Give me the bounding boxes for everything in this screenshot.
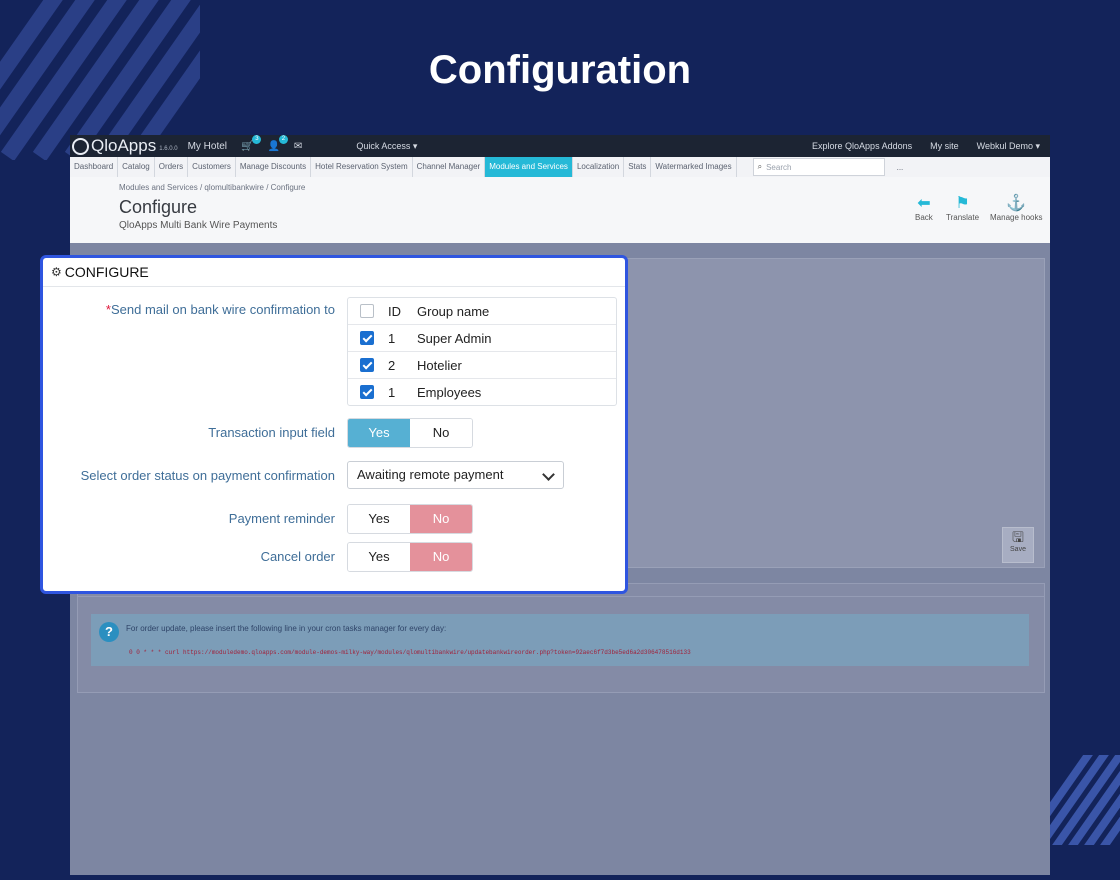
user-icon[interactable]: 👤 2 (267, 135, 288, 152)
save-label: Save (1010, 546, 1026, 553)
cancel-order-toggle: Yes No (347, 542, 473, 572)
send-mail-label: *Send mail on bank wire confirmation to (106, 302, 335, 317)
send-mail-label-text: Send mail on bank wire confirmation to (110, 302, 335, 317)
transaction-no-option[interactable]: No (410, 419, 472, 447)
manage-hooks-button[interactable]: ⚓ Manage hooks (990, 195, 1042, 222)
search-input[interactable]: Search (766, 163, 791, 172)
shop-name-link[interactable]: My Hotel (188, 141, 227, 152)
admin-nav: Dashboard Catalog Orders Customers Manag… (70, 157, 1050, 177)
page-subtitle: QloApps Multi Bank Wire Payments (119, 220, 278, 231)
logo-check-icon (72, 137, 89, 155)
my-site-link[interactable]: My site (930, 141, 959, 151)
row-group-name: Employees (417, 384, 482, 400)
cron-info-box: ? For order update, please insert the fo… (91, 614, 1029, 666)
payment-reminder-no-option[interactable]: No (410, 505, 472, 533)
breadcrumb-module[interactable]: qlomultibankwire (204, 183, 264, 192)
back-arrow-icon: ⬅ (917, 195, 931, 212)
manage-hooks-label: Manage hooks (990, 213, 1043, 222)
row-checkbox[interactable] (360, 331, 374, 345)
explore-addons-link[interactable]: Explore QloApps Addons (812, 141, 912, 151)
decor-stripes-bottom-right (1048, 755, 1120, 845)
question-icon: ? (99, 622, 119, 642)
order-status-value: Awaiting remote payment (357, 467, 504, 482)
table-row: 1 Super Admin (348, 325, 616, 352)
cart-badge: 3 (252, 135, 262, 144)
cancel-order-no-option[interactable]: No (410, 543, 472, 571)
group-table-header: ID Group name (348, 298, 616, 325)
row-checkbox[interactable] (360, 385, 374, 399)
breadcrumb: Modules and Services / qlomultibankwire … (119, 183, 306, 192)
configure-header: ⚙ CONFIGURE (43, 258, 625, 287)
page-title: Configure (119, 197, 198, 217)
nav-manage-discounts[interactable]: Manage Discounts (236, 157, 312, 177)
cart-icon[interactable]: 🛒 3 (241, 135, 262, 152)
cancel-order-yes-option[interactable]: Yes (348, 543, 410, 571)
admin-topbar: QloApps 1.6.0.0 My Hotel 🛒 3 👤 2 ✉ Quick A… (70, 135, 1050, 157)
configure-title: CONFIGURE (64, 264, 149, 280)
group-table: ID Group name 1 Super Admin 2 Hotelier 1… (347, 297, 617, 406)
nav-customers[interactable]: Customers (188, 157, 236, 177)
nav-modules[interactable]: Modules and Services (485, 157, 573, 177)
select-all-checkbox[interactable] (360, 304, 374, 318)
back-label: Back (915, 213, 933, 222)
nav-hotel-reservation[interactable]: Hotel Reservation System (311, 157, 413, 177)
transaction-yes-option[interactable]: Yes (348, 419, 410, 447)
row-id: 1 (388, 330, 396, 346)
row-checkbox[interactable] (360, 358, 374, 372)
anchor-icon: ⚓ (1006, 195, 1027, 212)
search-icon[interactable]: ⌕ (758, 162, 762, 172)
table-row: 2 Hotelier (348, 352, 616, 379)
payment-reminder-yes-option[interactable]: Yes (348, 505, 410, 533)
logo[interactable]: QloApps 1.6.0.0 (72, 136, 188, 156)
mail-icon[interactable]: ✉ (294, 141, 302, 152)
configure-panel: ⚙ CONFIGURE *Send mail on bank wire conf… (40, 255, 628, 594)
group-name-header: Group name (417, 303, 490, 319)
search-box[interactable]: ⌕ Search (752, 158, 885, 176)
page-header: Modules and Services / qlomultibankwire … (70, 177, 1050, 243)
nav-orders[interactable]: Orders (155, 157, 189, 177)
order-status-label: Select order status on payment confirmat… (80, 468, 335, 483)
user-menu[interactable]: Webkul Demo ▾ (977, 141, 1040, 152)
chevron-down-icon (542, 468, 555, 481)
quick-access-dropdown[interactable]: Quick Access ▾ (356, 141, 417, 152)
payment-reminder-toggle: Yes No (347, 504, 473, 534)
nav-stats[interactable]: Stats (624, 157, 652, 177)
translate-label: Translate (946, 213, 980, 222)
transaction-label: Transaction input field (208, 425, 335, 440)
nav-more[interactable]: ... (897, 163, 904, 172)
flag-icon: ⚑ (955, 195, 970, 212)
nav-watermarked-images[interactable]: Watermarked Images (651, 157, 737, 177)
logo-text: QloApps (91, 136, 157, 155)
row-id: 1 (388, 384, 396, 400)
cron-text: For order update, please insert the foll… (126, 624, 447, 633)
order-status-select[interactable]: Awaiting remote payment (347, 461, 564, 489)
breadcrumb-configure: Configure (270, 183, 306, 192)
save-icon: 🖫 (1012, 529, 1024, 545)
id-header: ID (388, 303, 401, 319)
row-group-name: Hotelier (417, 357, 462, 373)
table-row: 1 Employees (348, 379, 616, 405)
row-id: 2 (388, 357, 396, 373)
gears-icon: ⚙ (51, 265, 62, 279)
translate-button[interactable]: ⚑ Translate (946, 195, 979, 222)
nav-dashboard[interactable]: Dashboard (70, 157, 119, 177)
nav-catalog[interactable]: Catalog (118, 157, 155, 177)
save-button[interactable]: 🖫 Save (1002, 527, 1034, 563)
cron-command: 0 0 * * * curl https://moduledemo.qloapp… (129, 649, 691, 656)
row-group-name: Super Admin (417, 330, 492, 346)
hero-title: Configuration (428, 48, 692, 92)
breadcrumb-modules[interactable]: Modules and Services (119, 183, 198, 192)
transaction-toggle: Yes No (347, 418, 473, 448)
user-badge: 2 (278, 135, 288, 144)
nav-channel-manager[interactable]: Channel Manager (413, 157, 486, 177)
payment-reminder-label: Payment reminder (228, 511, 335, 526)
back-button[interactable]: ⬅ Back (915, 195, 933, 222)
nav-localization[interactable]: Localization (573, 157, 625, 177)
version: 1.6.0.0 (159, 146, 178, 152)
cancel-order-label: Cancel order (260, 549, 335, 564)
cron-panel: CRON SETTING ? For order update, please … (77, 583, 1045, 693)
